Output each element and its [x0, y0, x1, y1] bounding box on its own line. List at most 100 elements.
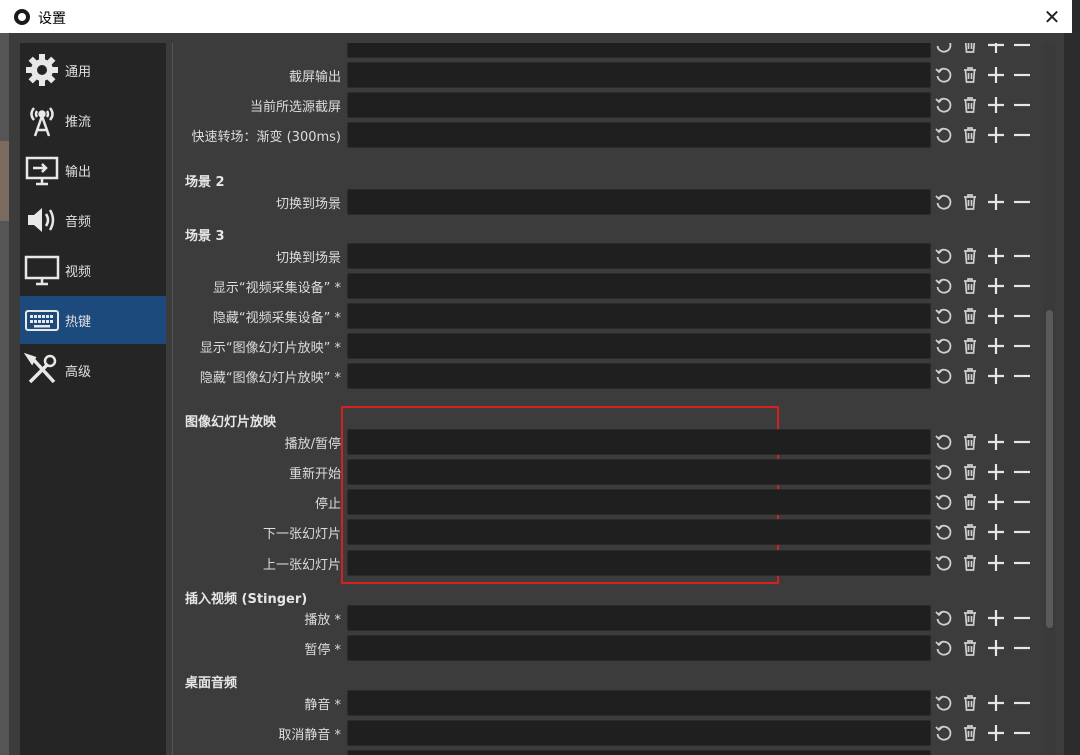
minus-icon[interactable]	[1011, 124, 1033, 146]
trash-icon[interactable]	[959, 335, 981, 357]
plus-icon[interactable]	[985, 461, 1007, 483]
trash-icon[interactable]	[959, 365, 981, 387]
sidebar-item[interactable]: 高级	[20, 346, 166, 394]
hotkey-input[interactable]	[347, 43, 931, 58]
reset-icon[interactable]	[933, 335, 955, 357]
reset-icon[interactable]	[933, 722, 955, 744]
minus-icon[interactable]	[1011, 275, 1033, 297]
minus-icon[interactable]	[1011, 335, 1033, 357]
hotkey-input[interactable]	[347, 750, 931, 755]
minus-icon[interactable]	[1011, 521, 1033, 543]
trash-icon[interactable]	[959, 64, 981, 86]
trash-icon[interactable]	[959, 245, 981, 267]
close-button[interactable]: ✕	[1038, 4, 1066, 30]
plus-icon[interactable]	[985, 43, 1007, 56]
reset-icon[interactable]	[933, 692, 955, 714]
plus-icon[interactable]	[985, 275, 1007, 297]
reset-icon[interactable]	[933, 365, 955, 387]
plus-icon[interactable]	[985, 491, 1007, 513]
plus-icon[interactable]	[985, 365, 1007, 387]
hotkey-input[interactable]	[347, 519, 931, 545]
sidebar-item[interactable]: 输出	[20, 146, 166, 194]
trash-icon[interactable]	[959, 305, 981, 327]
trash-icon[interactable]	[959, 552, 981, 574]
minus-icon[interactable]	[1011, 245, 1033, 267]
trash-icon[interactable]	[959, 461, 981, 483]
hotkey-input[interactable]	[347, 122, 931, 148]
minus-icon[interactable]	[1011, 637, 1033, 659]
reset-icon[interactable]	[933, 94, 955, 116]
sidebar-item[interactable]: 音频	[20, 196, 166, 244]
plus-icon[interactable]	[985, 637, 1007, 659]
minus-icon[interactable]	[1011, 461, 1033, 483]
hotkey-input[interactable]	[347, 92, 931, 118]
trash-icon[interactable]	[959, 124, 981, 146]
plus-icon[interactable]	[985, 552, 1007, 574]
reset-icon[interactable]	[933, 305, 955, 327]
trash-icon[interactable]	[959, 722, 981, 744]
hotkey-input[interactable]	[347, 690, 931, 716]
sidebar-item[interactable]: 推流	[20, 96, 166, 144]
trash-icon[interactable]	[959, 521, 981, 543]
hotkey-input[interactable]	[347, 189, 931, 215]
minus-icon[interactable]	[1011, 607, 1033, 629]
reset-icon[interactable]	[933, 637, 955, 659]
plus-icon[interactable]	[985, 191, 1007, 213]
reset-icon[interactable]	[933, 191, 955, 213]
minus-icon[interactable]	[1011, 552, 1033, 574]
plus-icon[interactable]	[985, 431, 1007, 453]
plus-icon[interactable]	[985, 607, 1007, 629]
trash-icon[interactable]	[959, 637, 981, 659]
trash-icon[interactable]	[959, 43, 981, 56]
minus-icon[interactable]	[1011, 94, 1033, 116]
plus-icon[interactable]	[985, 94, 1007, 116]
reset-icon[interactable]	[933, 521, 955, 543]
trash-icon[interactable]	[959, 431, 981, 453]
minus-icon[interactable]	[1011, 43, 1033, 56]
reset-icon[interactable]	[933, 461, 955, 483]
plus-icon[interactable]	[985, 245, 1007, 267]
trash-icon[interactable]	[959, 607, 981, 629]
sidebar-item[interactable]: 视频	[20, 246, 166, 294]
reset-icon[interactable]	[933, 552, 955, 574]
sidebar-item[interactable]: 热键	[20, 296, 166, 344]
minus-icon[interactable]	[1011, 431, 1033, 453]
hotkey-input[interactable]	[347, 333, 931, 359]
vertical-scrollbar[interactable]	[1043, 43, 1055, 755]
hotkey-input[interactable]	[347, 243, 931, 269]
plus-icon[interactable]	[985, 124, 1007, 146]
reset-icon[interactable]	[933, 275, 955, 297]
hotkey-input[interactable]	[347, 363, 931, 389]
hotkey-input[interactable]	[347, 550, 931, 576]
plus-icon[interactable]	[985, 305, 1007, 327]
hotkey-input[interactable]	[347, 303, 931, 329]
plus-icon[interactable]	[985, 722, 1007, 744]
minus-icon[interactable]	[1011, 191, 1033, 213]
reset-icon[interactable]	[933, 43, 955, 56]
plus-icon[interactable]	[985, 335, 1007, 357]
sidebar-item[interactable]: 通用	[20, 46, 166, 94]
hotkey-input[interactable]	[347, 720, 931, 746]
trash-icon[interactable]	[959, 191, 981, 213]
plus-icon[interactable]	[985, 521, 1007, 543]
reset-icon[interactable]	[933, 607, 955, 629]
reset-icon[interactable]	[933, 64, 955, 86]
reset-icon[interactable]	[933, 491, 955, 513]
reset-icon[interactable]	[933, 245, 955, 267]
minus-icon[interactable]	[1011, 722, 1033, 744]
plus-icon[interactable]	[985, 64, 1007, 86]
hotkey-input[interactable]	[347, 459, 931, 485]
minus-icon[interactable]	[1011, 692, 1033, 714]
minus-icon[interactable]	[1011, 491, 1033, 513]
hotkey-input[interactable]	[347, 273, 931, 299]
minus-icon[interactable]	[1011, 305, 1033, 327]
hotkey-input[interactable]	[347, 489, 931, 515]
trash-icon[interactable]	[959, 94, 981, 116]
hotkey-input[interactable]	[347, 635, 931, 661]
scrollbar-thumb[interactable]	[1046, 310, 1053, 628]
trash-icon[interactable]	[959, 692, 981, 714]
hotkey-input[interactable]	[347, 62, 931, 88]
reset-icon[interactable]	[933, 124, 955, 146]
minus-icon[interactable]	[1011, 64, 1033, 86]
trash-icon[interactable]	[959, 491, 981, 513]
